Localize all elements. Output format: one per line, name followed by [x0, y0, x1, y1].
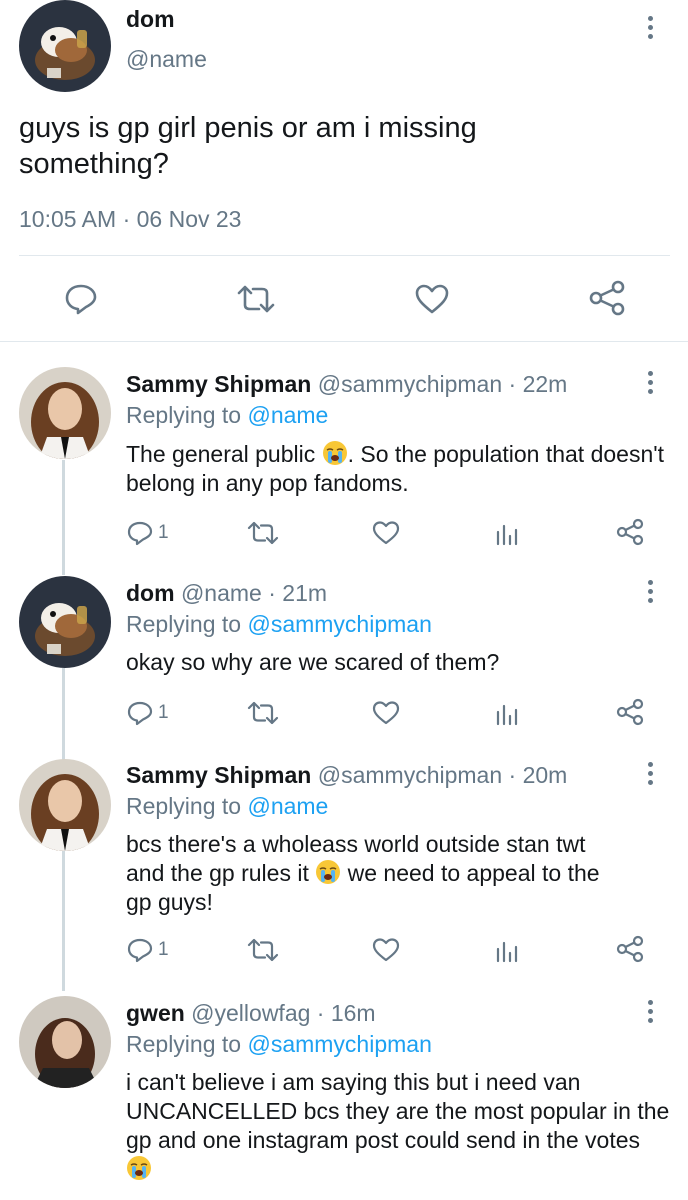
reply-icon[interactable]	[127, 937, 153, 963]
avatar[interactable]	[19, 759, 111, 851]
tweet-time: · 22m	[508, 371, 568, 397]
more-options-icon[interactable]	[641, 14, 661, 44]
divider	[19, 255, 670, 256]
author-name[interactable]: dom	[126, 580, 175, 606]
reply-icon[interactable]	[64, 282, 98, 316]
replying-to: Replying to @sammychipman	[126, 609, 432, 639]
author-name[interactable]: Sammy Shipman	[126, 371, 311, 397]
tweet-text-part: i can't believe i am saying this but i n…	[126, 1069, 670, 1153]
thread-line	[62, 668, 65, 760]
replying-prefix: Replying to	[126, 1031, 242, 1057]
tweet-text: okay so why are we scared of them?	[126, 649, 500, 675]
share-icon[interactable]	[588, 280, 626, 316]
retweet-icon[interactable]	[236, 284, 276, 314]
share-icon[interactable]	[616, 518, 644, 546]
author-handle[interactable]: @name	[181, 580, 262, 606]
divider	[0, 341, 688, 342]
avatar[interactable]	[19, 0, 111, 92]
tweet-timestamp: 10:05 AM · 06 Nov 23	[19, 206, 242, 232]
crying-face-emoji	[315, 859, 341, 885]
replying-to: Replying to @name	[126, 400, 328, 430]
tweet-text-line: gp guys!	[126, 889, 213, 915]
reply-meta: Sammy Shipman @sammychipman · 22m	[126, 369, 567, 399]
share-icon[interactable]	[616, 698, 644, 726]
crying-face-emoji	[126, 1155, 152, 1181]
reply-meta: gwen @yellowfag · 16m	[126, 998, 376, 1028]
share-icon[interactable]	[616, 935, 644, 963]
more-options-icon[interactable]	[641, 998, 661, 1028]
analytics-icon[interactable]	[495, 939, 519, 963]
like-icon[interactable]	[372, 520, 400, 546]
avatar[interactable]	[19, 996, 111, 1088]
replying-prefix: Replying to	[126, 402, 242, 428]
reply-count: 1	[158, 522, 169, 543]
more-options-icon[interactable]	[641, 369, 661, 399]
reply-icon[interactable]	[127, 520, 153, 546]
reply-count: 1	[158, 939, 169, 960]
reply-count: 1	[158, 702, 169, 723]
author-name[interactable]: gwen	[126, 1000, 185, 1026]
tweet-text: The general public . So the population t…	[126, 440, 666, 498]
author-name[interactable]: Sammy Shipman	[126, 762, 311, 788]
tweet-text-part: we need to appeal to the	[341, 860, 600, 886]
like-icon[interactable]	[414, 283, 450, 315]
replying-to: Replying to @name	[126, 791, 328, 821]
analytics-icon[interactable]	[495, 702, 519, 726]
more-options-icon[interactable]	[641, 578, 661, 608]
reply-meta: dom @name · 21m	[126, 578, 327, 608]
retweet-icon[interactable]	[247, 521, 279, 545]
mention-link[interactable]: @name	[247, 402, 328, 428]
analytics-icon[interactable]	[495, 522, 519, 546]
retweet-icon[interactable]	[247, 701, 279, 725]
author-handle[interactable]: @sammychipman	[318, 371, 502, 397]
mention-link[interactable]: @name	[247, 793, 328, 819]
more-options-icon[interactable]	[641, 760, 661, 790]
author-handle[interactable]: @yellowfag	[191, 1000, 310, 1026]
mention-link[interactable]: @sammychipman	[247, 1031, 431, 1057]
tweet-text: bcs there's a wholeass world outside sta…	[126, 830, 671, 917]
mention-link[interactable]: @sammychipman	[247, 611, 431, 637]
tweet-text-part: and the gp rules it	[126, 860, 309, 886]
tweet-text: i can't believe i am saying this but i n…	[126, 1068, 671, 1184]
thread-line	[62, 460, 65, 575]
author-name[interactable]: dom	[126, 6, 175, 33]
replying-prefix: Replying to	[126, 793, 242, 819]
crying-face-emoji	[322, 440, 348, 466]
tweet-time: · 16m	[316, 1000, 376, 1026]
like-icon[interactable]	[372, 937, 400, 963]
author-handle[interactable]: @name	[126, 46, 207, 73]
replying-to: Replying to @sammychipman	[126, 1029, 432, 1059]
thread-line	[62, 851, 65, 991]
tweet-text: guys is gp girl penis or am i missing so…	[19, 112, 477, 180]
tweet-text-line: bcs there's a wholeass world outside sta…	[126, 831, 586, 857]
replying-prefix: Replying to	[126, 611, 242, 637]
tweet-time: · 20m	[508, 762, 568, 788]
reply-icon[interactable]	[127, 700, 153, 726]
tweet-time: · 21m	[268, 580, 328, 606]
like-icon[interactable]	[372, 700, 400, 726]
retweet-icon[interactable]	[247, 938, 279, 962]
author-handle[interactable]: @sammychipman	[318, 762, 502, 788]
tweet-text-part: The general public	[126, 441, 316, 467]
tweet-text-line: and the gp rules it we need to appeal to…	[126, 859, 671, 888]
avatar[interactable]	[19, 576, 111, 668]
reply-meta: Sammy Shipman @sammychipman · 20m	[126, 760, 567, 790]
avatar[interactable]	[19, 367, 111, 459]
